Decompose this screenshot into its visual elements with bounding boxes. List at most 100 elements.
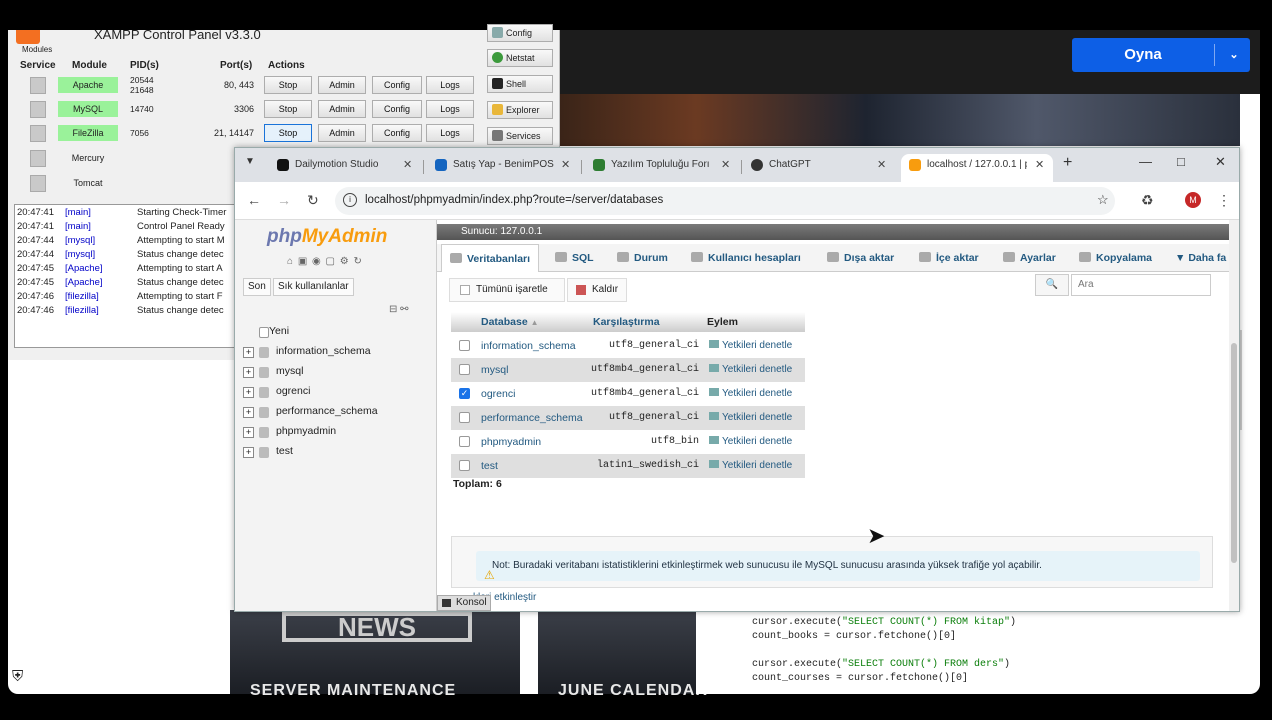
explorer-button[interactable]: Explorer (487, 101, 553, 119)
close-icon[interactable]: ✕ (403, 154, 412, 176)
check-all-checkbox[interactable] (460, 285, 470, 295)
tab-export[interactable]: Dışa aktar (827, 244, 894, 272)
table-row[interactable]: test latin1_swedish_ci Yetkileri denetle (451, 454, 805, 478)
drop-button[interactable]: Kaldır (567, 278, 628, 302)
database-name[interactable]: test (481, 460, 498, 472)
server-breadcrumb[interactable]: Sunucu: 127.0.0.1 (437, 224, 1229, 240)
tab-more[interactable]: ▼ Daha fa (1175, 244, 1229, 272)
table-row[interactable]: information_schema utf8_general_ci Yetki… (451, 334, 805, 358)
collapse-link-icon[interactable]: ⊟ ⚯ (389, 304, 409, 315)
back-arrow-icon[interactable]: ← (247, 192, 261, 208)
avatar[interactable]: M (1185, 192, 1201, 208)
row-checkbox[interactable] (459, 460, 470, 471)
service-checkbox[interactable] (30, 175, 46, 192)
database-name[interactable]: information_schema (481, 340, 576, 352)
service-checkbox[interactable] (30, 101, 46, 118)
check-privileges-link[interactable]: Yetkileri denetle (709, 436, 792, 447)
config-button[interactable]: Config (372, 100, 422, 118)
search-icon[interactable]: 🔍 (1035, 274, 1069, 296)
new-tab-icon[interactable]: + (1063, 154, 1072, 172)
address-bar[interactable]: i localhost/phpmyadmin/index.php?route=/… (335, 187, 1115, 215)
xampp-log-panel[interactable]: 20:47:41 [main] Starting Check-Timer 20:47… (14, 204, 244, 348)
tab-status[interactable]: Durum (617, 244, 668, 272)
row-checkbox[interactable] (459, 436, 470, 447)
stop-button[interactable]: Stop (264, 76, 312, 94)
database-name[interactable]: performance_schema (481, 412, 583, 424)
tab-dailymotion[interactable]: Dailymotion Studio ✕ (269, 154, 421, 182)
tab-search-icon[interactable]: ▼ (245, 156, 255, 167)
tab-phpmyadmin[interactable]: localhost / 127.0.0.1 | p ✕ (901, 154, 1053, 182)
tab-databases[interactable]: Veritabanları (441, 244, 540, 272)
extensions-icon[interactable]: ♻ (1141, 192, 1154, 209)
admin-button[interactable]: Admin (318, 76, 366, 94)
database-name[interactable]: phpmyadmin (481, 436, 541, 448)
stop-button[interactable]: Stop (264, 100, 312, 118)
row-checkbox[interactable] (459, 412, 470, 423)
column-collation[interactable]: Karşılaştırma (593, 312, 660, 332)
star-icon[interactable]: ☆ (1097, 192, 1109, 208)
tab-benimpos[interactable]: Satış Yap - BenimPOS ✕ (427, 154, 579, 182)
service-checkbox[interactable] (30, 125, 46, 142)
minimize-icon[interactable]: — (1139, 154, 1152, 169)
config-button[interactable]: Config (372, 76, 422, 94)
close-icon[interactable]: ✕ (877, 154, 886, 176)
row-checkbox[interactable] (459, 364, 470, 375)
service-checkbox[interactable] (30, 77, 46, 94)
console-toggle[interactable]: Konsol (437, 595, 491, 611)
close-icon[interactable]: ✕ (721, 154, 730, 176)
phpmyadmin-logo[interactable]: phpMyAdmin (267, 226, 387, 248)
check-privileges-link[interactable]: Yetkileri denetle (709, 340, 792, 351)
tab-replication[interactable]: Kopyalama (1079, 244, 1152, 272)
shell-button[interactable]: Shell (487, 75, 553, 93)
service-checkbox[interactable] (30, 150, 46, 167)
logs-button[interactable]: Logs (426, 76, 474, 94)
reload-icon[interactable]: ↻ (307, 192, 319, 209)
logs-button[interactable]: Logs (426, 100, 474, 118)
admin-button[interactable]: Admin (318, 100, 366, 118)
table-row[interactable]: phpmyadmin utf8_bin Yetkileri denetle (451, 430, 805, 454)
logs-button[interactable]: Logs (426, 124, 474, 142)
search-input[interactable]: Ara (1071, 274, 1211, 296)
play-button[interactable]: Oyna ⌄ (1072, 38, 1250, 72)
pma-quick-icons[interactable]: ⌂ ▣ ◉ ▢ ⚙ ↻ (287, 256, 363, 267)
scrollbar-thumb[interactable] (1231, 343, 1237, 563)
tab-sql[interactable]: SQL (555, 244, 594, 272)
admin-button[interactable]: Admin (318, 124, 366, 142)
tab-user-accounts[interactable]: Kullanıcı hesapları (691, 244, 801, 272)
database-name[interactable]: mysql (481, 364, 508, 376)
row-checkbox[interactable] (459, 340, 470, 351)
chevron-down-icon[interactable]: ⌄ (1222, 38, 1246, 72)
benimpos-icon (435, 159, 447, 171)
stop-button[interactable]: Stop (264, 124, 312, 142)
xampp-config-button[interactable]: Config (487, 24, 553, 42)
forward-arrow-icon[interactable]: → (277, 192, 291, 208)
database-name[interactable]: ogrenci (481, 388, 515, 400)
close-icon[interactable]: ✕ (1035, 154, 1044, 176)
menu-dots-icon[interactable]: ⋮ (1217, 192, 1231, 209)
check-privileges-link[interactable]: Yetkileri denetle (709, 412, 792, 423)
shield-icon[interactable]: ⛨ (12, 668, 30, 686)
services-button[interactable]: Services (487, 127, 553, 145)
favorites-tab[interactable]: Sık kullanılanlar (273, 278, 354, 296)
recent-tab[interactable]: Son (243, 278, 271, 296)
table-row[interactable]: mysql utf8mb4_general_ci Yetkileri denet… (451, 358, 805, 382)
check-privileges-link[interactable]: Yetkileri denetle (709, 364, 792, 375)
table-row[interactable]: performance_schema utf8_general_ci Yetki… (451, 406, 805, 430)
site-info-icon[interactable]: i (343, 193, 357, 207)
tab-chatgpt[interactable]: ChatGPT ✕ (743, 154, 895, 182)
maximize-icon[interactable]: □ (1177, 154, 1185, 169)
tab-settings[interactable]: Ayarlar (1003, 244, 1056, 272)
tab-forum[interactable]: Yazılım Topluluğu Forı ✕ (585, 154, 739, 182)
code-line: count_courses = cursor.fetchone()[0] (752, 673, 969, 684)
row-checkbox-checked[interactable]: ✓ (459, 388, 470, 399)
check-all-button[interactable]: Tümünü işaretle (449, 278, 565, 302)
close-icon[interactable]: ✕ (561, 154, 570, 176)
check-privileges-link[interactable]: Yetkileri denetle (709, 460, 792, 471)
tab-import[interactable]: İçe aktar (919, 244, 979, 272)
netstat-button[interactable]: Netstat (487, 49, 553, 67)
table-row[interactable]: ✓ ogrenci utf8mb4_general_ci Yetkileri d… (451, 382, 805, 406)
check-privileges-link[interactable]: Yetkileri denetle (709, 388, 792, 399)
column-database[interactable]: Database ▲ (481, 312, 539, 332)
config-button[interactable]: Config (372, 124, 422, 142)
window-close-icon[interactable]: ✕ (1215, 154, 1226, 170)
